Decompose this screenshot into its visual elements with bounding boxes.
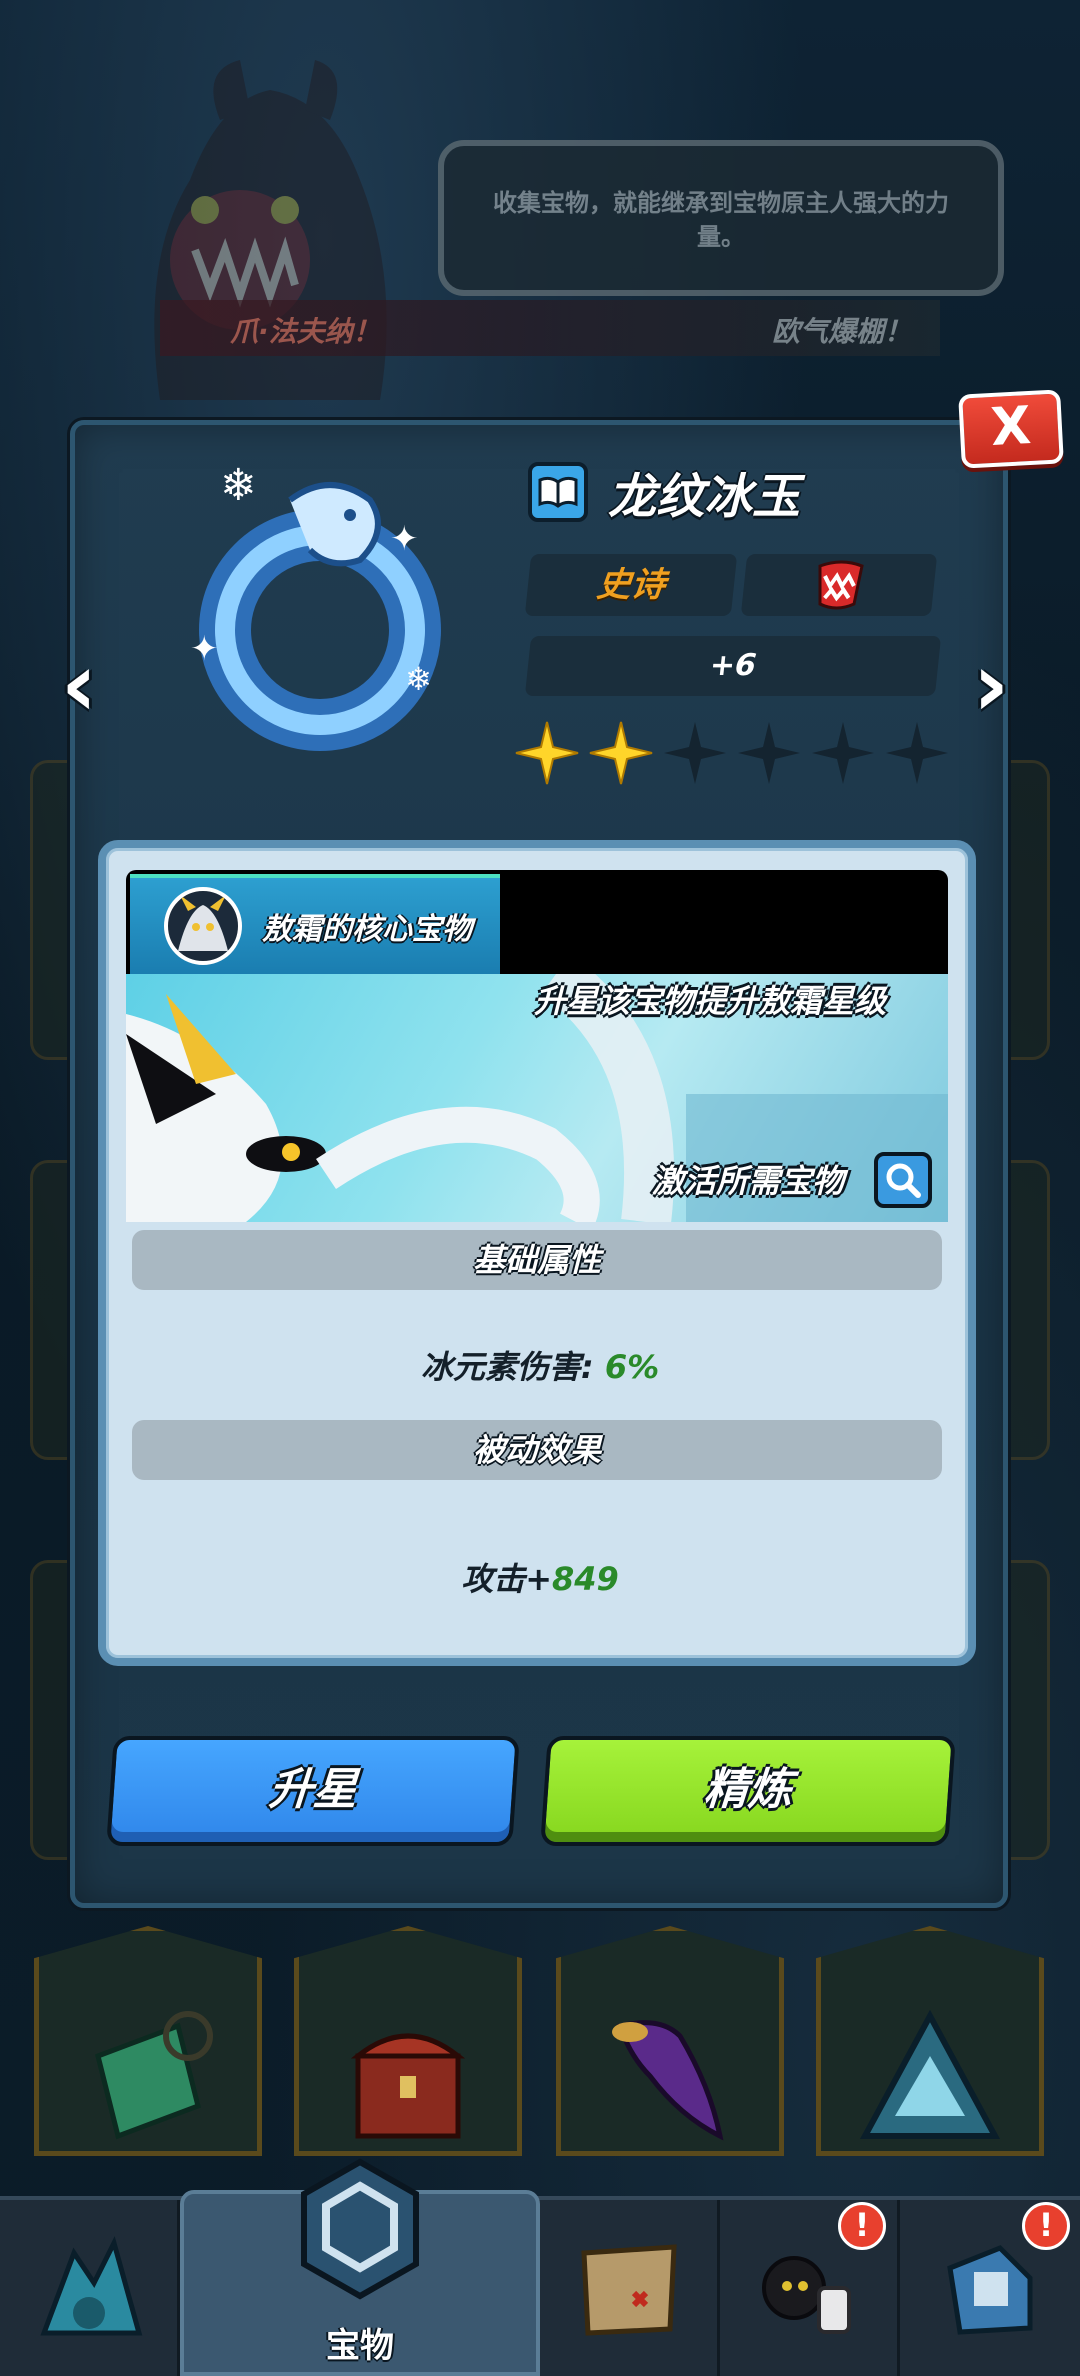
core-treasure-tab[interactable]: 敖霜的核心宝物 [130,874,500,974]
nav-tab-map[interactable] [540,2200,720,2376]
core-caption-top: 升星该宝物提升敖霜星级 [534,982,887,1020]
crystal-hero-icon [39,2236,142,2336]
star-empty-icon [664,722,726,784]
characters-alert-badge: ! [838,2202,886,2250]
book-icon[interactable] [528,462,588,522]
banner-left-text: 爪·法夫纳！ [230,315,381,348]
svg-text:✦: ✦ [190,629,219,669]
star-up-button[interactable]: 升星 [106,1736,520,1846]
level-badge: +6 [524,636,942,696]
type-badge [740,554,938,616]
item-title-row: 龙纹冰玉 [528,462,800,525]
svg-text:✦: ✦ [390,519,419,559]
monster-mouth-icon [818,560,864,610]
passive-stat-line: 攻击+849 [0,1554,1080,1600]
prev-arrow-button[interactable]: ‹ [54,640,104,730]
passive-stat-label: 攻击+ [461,1560,553,1598]
svg-text:❄: ❄ [220,460,257,511]
search-button[interactable] [874,1152,932,1208]
base-stat-label: 冰元素伤害: [420,1348,594,1386]
search-icon [886,1163,921,1198]
star-rating [512,718,952,788]
star-empty-icon [812,722,874,784]
treasure-hex-icon [301,2158,419,2300]
red-chest-icon [350,2033,466,2139]
passive-effects-header: 被动效果 [132,1420,942,1480]
base-stat-value: 6% [604,1348,660,1386]
speech-text: 收集宝物，就能继承到宝物原主人强大的力量。 [493,189,949,251]
star-filled-icon [515,721,579,785]
close-button[interactable]: X [958,389,1064,469]
purple-horn-icon [612,2020,724,2141]
nav-tab-heroes[interactable] [0,2200,180,2376]
star-filled-icon [589,721,653,785]
core-treasure-title: 敖霜的核心宝物 [262,912,472,947]
dragon-jade-icon: ❄ ❄ ✦ ✦ [190,460,441,751]
rarity-badge: 史诗 [524,554,738,616]
speech-bubble: 收集宝物，就能继承到宝物原主人强大的力量。 [438,140,1004,296]
passive-stat-value: 849 [552,1560,619,1598]
banner-right-text: 欧气爆棚！ [771,315,912,348]
villain-character-image [154,60,387,400]
next-arrow-button[interactable]: › [966,640,1016,730]
nav-tab-treasure-label: 宝物 [326,2326,394,2366]
ice-triangle-icon [859,2009,1001,2139]
map-scroll-icon [580,2244,677,2336]
green-amulet-icon [95,2011,213,2140]
item-name: 龙纹冰玉 [608,469,801,525]
star-empty-icon [738,722,800,784]
star-empty-icon [886,722,948,784]
core-caption-bottom: 激活所需宝物 [652,1162,845,1200]
base-attributes-header: 基础属性 [132,1230,942,1290]
svg-text:❄: ❄ [405,660,432,698]
base-stat-line: 冰元素伤害: 6% [0,1342,1080,1388]
hero-avatar [164,887,242,965]
refine-button[interactable]: 精炼 [540,1736,956,1846]
shop-alert-badge: ! [1022,2202,1070,2250]
